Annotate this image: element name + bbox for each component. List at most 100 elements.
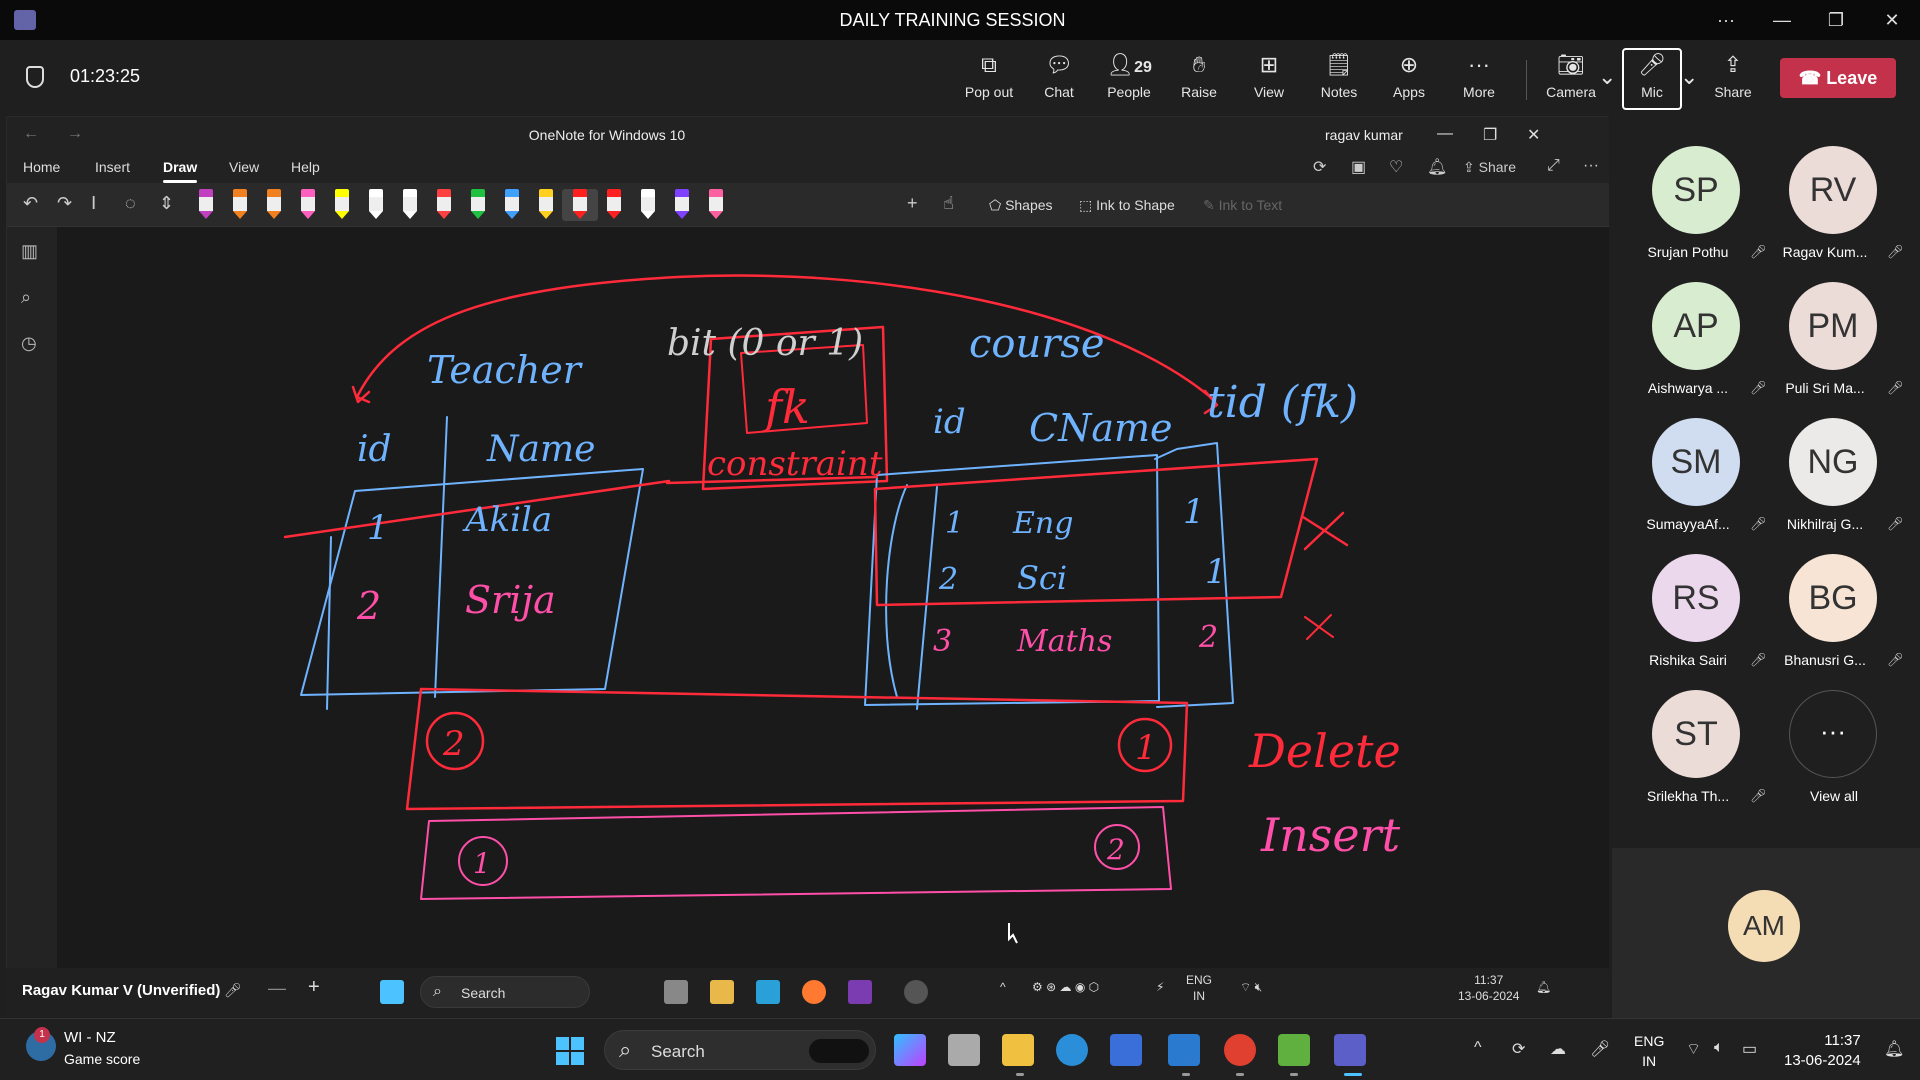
tray-chevron-icon[interactable]: ^ bbox=[1000, 980, 1006, 994]
pen-10[interactable] bbox=[501, 189, 523, 221]
touch-draw-icon[interactable]: ☝︎ bbox=[943, 193, 954, 214]
menu-draw[interactable]: Draw bbox=[163, 159, 198, 183]
notebook-icon[interactable]: ▣ bbox=[1351, 157, 1366, 177]
onedrive-icon[interactable]: ☁ bbox=[1550, 1039, 1566, 1059]
inner-start-icon[interactable] bbox=[380, 980, 404, 1004]
sync-icon[interactable]: ⟳ bbox=[1512, 1039, 1525, 1059]
inner-clock[interactable]: 11:37 13-06-2024 bbox=[1458, 972, 1519, 1004]
window-more-icon[interactable]: ··· bbox=[1712, 6, 1740, 34]
participant-tile[interactable]: BG Bhanusri G... 🎤︎ bbox=[1759, 554, 1909, 692]
more-participants-icon[interactable]: ··· bbox=[1789, 690, 1877, 778]
notes-button[interactable]: 🗒︎ Notes bbox=[1306, 50, 1372, 108]
share-button[interactable]: ⇪ Share bbox=[1700, 50, 1766, 108]
weather-title[interactable]: WI - NZ bbox=[64, 1029, 116, 1046]
leave-button[interactable]: ☎︎ Leave bbox=[1780, 58, 1896, 98]
inner-notification-icon[interactable]: 🔔︎ bbox=[1536, 980, 1551, 994]
menu-home[interactable]: Home bbox=[23, 159, 60, 175]
mic-options-chevron-icon[interactable]: ⌄ bbox=[1680, 62, 1698, 120]
teams-taskbar-icon[interactable] bbox=[1334, 1034, 1366, 1066]
taskbar-search-box[interactable]: ⌕ Search bbox=[604, 1030, 876, 1070]
apps-button[interactable]: ⊕ Apps bbox=[1376, 50, 1442, 108]
lasso-select-icon[interactable]: ◌ bbox=[125, 193, 136, 214]
taskbar-clock[interactable]: 11:37 13-06-2024 bbox=[1784, 1031, 1861, 1071]
add-pen-icon[interactable]: + bbox=[907, 193, 918, 214]
camera-options-chevron-icon[interactable]: ⌄ bbox=[1598, 62, 1616, 120]
drawing-canvas[interactable]: bit (0 or 1) Teacher course fk constrain… bbox=[57, 227, 1609, 969]
pen-16[interactable] bbox=[705, 189, 727, 221]
pen-9[interactable] bbox=[467, 189, 489, 221]
search-icon[interactable]: ⌕ bbox=[21, 287, 31, 308]
tray-chevron-icon[interactable]: ^ bbox=[1474, 1039, 1482, 1057]
mic-button[interactable]: 🎤︎ Mic bbox=[1622, 48, 1682, 110]
inner-search-box[interactable]: ⌕ Search bbox=[420, 976, 590, 1008]
raise-hand-button[interactable]: ✋︎ Raise bbox=[1166, 50, 1232, 108]
menu-help[interactable]: Help bbox=[291, 159, 320, 175]
participant-tile[interactable]: RV Ragav Kum... 🎤︎ bbox=[1759, 146, 1909, 284]
expand-icon[interactable]: ⤢ bbox=[1547, 157, 1560, 175]
menu-view[interactable]: View bbox=[229, 159, 259, 175]
recent-icon[interactable]: ◷ bbox=[21, 333, 37, 354]
pop-out-button[interactable]: ⧉ Pop out bbox=[956, 50, 1022, 108]
onenote-more-icon[interactable]: ··· bbox=[1583, 157, 1599, 175]
edge-icon[interactable] bbox=[1056, 1034, 1088, 1066]
wifi-icon[interactable]: ⌔ bbox=[1686, 1039, 1701, 1059]
pen-6[interactable] bbox=[365, 189, 387, 221]
participant-tile[interactable]: PM Puli Sri Ma... 🎤︎ bbox=[1759, 282, 1909, 420]
pen-2[interactable] bbox=[229, 189, 251, 221]
pen-8[interactable] bbox=[433, 189, 455, 221]
lightbulb-icon[interactable]: ♡ bbox=[1389, 157, 1403, 177]
view-button[interactable]: ⊞ View bbox=[1236, 50, 1302, 108]
vscode-icon[interactable] bbox=[1168, 1034, 1200, 1066]
shapes-button[interactable]: ⬠ Shapes bbox=[989, 197, 1053, 214]
pen-11[interactable] bbox=[535, 189, 557, 221]
pen-15[interactable] bbox=[671, 189, 693, 221]
pen-1[interactable] bbox=[195, 189, 217, 221]
task-view-icon[interactable] bbox=[948, 1034, 980, 1066]
file-explorer-icon[interactable] bbox=[710, 980, 734, 1004]
copilot-icon[interactable] bbox=[894, 1034, 926, 1066]
onenote-icon[interactable] bbox=[848, 980, 872, 1004]
notification-bell-icon[interactable]: 🔔︎ bbox=[1884, 1039, 1904, 1059]
notebooks-icon[interactable]: ▥ bbox=[21, 241, 38, 262]
view-all-tile[interactable]: ··· View all bbox=[1759, 690, 1909, 828]
close-icon[interactable]: ✕ bbox=[1878, 6, 1906, 34]
inner-network-volume-icons[interactable]: ⌔ 🔇︎ bbox=[1240, 980, 1262, 995]
onenote-share-button[interactable]: ⇪ Share bbox=[1463, 159, 1516, 176]
people-button[interactable]: 👤︎29 People bbox=[1096, 50, 1162, 108]
menu-insert[interactable]: Insert bbox=[95, 159, 130, 175]
snipping-tool-icon[interactable] bbox=[1278, 1034, 1310, 1066]
participant-tile[interactable]: ST Srilekha Th... 🎤︎ bbox=[1622, 690, 1772, 828]
participant-tile[interactable]: NG Nikhilraj G... 🎤︎ bbox=[1759, 418, 1909, 556]
bell-icon[interactable]: 🔔︎ bbox=[1427, 157, 1447, 177]
obs-icon[interactable] bbox=[904, 980, 928, 1004]
add-space-icon[interactable]: ⇕ bbox=[159, 193, 174, 214]
participant-tile[interactable]: RS Rishika Sairi 🎤︎ bbox=[1622, 554, 1772, 692]
redo-icon[interactable]: ↷ bbox=[57, 193, 72, 214]
onenote-minimize-icon[interactable]: — bbox=[1437, 125, 1453, 143]
undo-icon[interactable]: ↶ bbox=[23, 193, 38, 214]
battery-icon[interactable]: ▭ bbox=[1742, 1039, 1757, 1059]
firefox-icon[interactable] bbox=[802, 980, 826, 1004]
pen-7[interactable] bbox=[399, 189, 421, 221]
file-explorer-icon[interactable] bbox=[1002, 1034, 1034, 1066]
pen-14[interactable] bbox=[637, 189, 659, 221]
restore-icon[interactable]: ❐ bbox=[1822, 6, 1850, 34]
pen-13[interactable] bbox=[603, 189, 625, 221]
sync-icon[interactable]: ⟳ bbox=[1313, 157, 1326, 177]
pen-5[interactable] bbox=[331, 189, 353, 221]
participant-tile[interactable]: AP Aishwarya ... 🎤︎ bbox=[1622, 282, 1772, 420]
pen-12[interactable] bbox=[562, 189, 598, 221]
more-button[interactable]: ··· More bbox=[1446, 50, 1512, 108]
participant-tile[interactable]: SM SumayyaAf... 🎤︎ bbox=[1622, 418, 1772, 556]
mic-muted-icon[interactable]: 🎤︎ bbox=[1590, 1039, 1610, 1059]
onenote-close-icon[interactable]: ✕ bbox=[1527, 125, 1540, 145]
participant-tile[interactable]: SP Srujan Pothu 🎤︎ bbox=[1622, 146, 1772, 284]
taskbar-lang[interactable]: ENG IN bbox=[1634, 1031, 1664, 1071]
tray-bluetooth-icon[interactable]: ⚡︎ bbox=[1156, 980, 1164, 994]
ink-to-shape-button[interactable]: ⬚ Ink to Shape bbox=[1079, 197, 1175, 214]
inner-lang[interactable]: ENG IN bbox=[1186, 972, 1212, 1004]
camera-button[interactable]: 📷︎ Camera bbox=[1538, 50, 1604, 108]
desktop-icon[interactable] bbox=[756, 980, 780, 1004]
minimize-icon[interactable]: — bbox=[1768, 6, 1796, 34]
volume-icon[interactable]: 🔈︎ bbox=[1714, 1039, 1724, 1057]
